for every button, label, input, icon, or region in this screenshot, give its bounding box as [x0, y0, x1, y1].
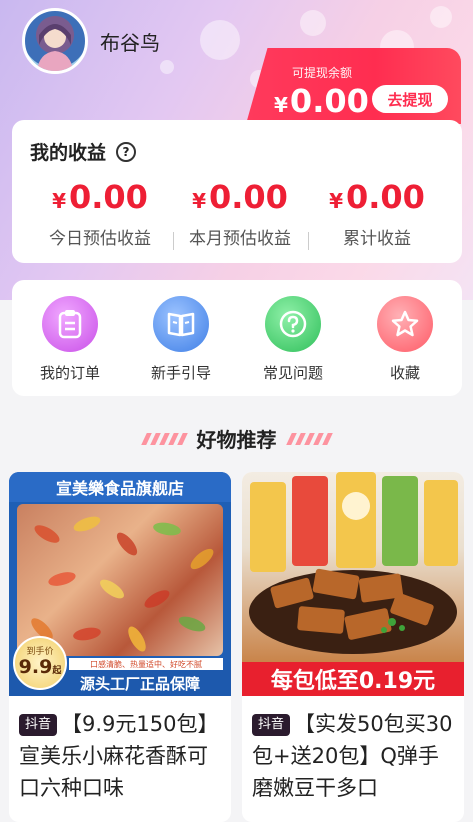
earnings-card: 我的收益 ? ¥ 0.00 今日预估收益 ¥ 0.00 本月预估收益 ¥ 0.0… [12, 120, 462, 263]
earning-amount: 0.00 [68, 178, 148, 216]
snack-photo [17, 504, 223, 656]
withdraw-button[interactable]: 去提现 [372, 85, 448, 113]
menu-item-label: 新手引导 [150, 364, 211, 382]
question-circle-icon[interactable]: ? [116, 141, 137, 162]
balance-value: ¥ 0.00 [274, 82, 369, 120]
menu-item-label: 常见问题 [262, 364, 323, 382]
product-footer-banner: 每包低至0.19元 [270, 669, 436, 694]
shop-banner: 宣美樂食品旗舰店 [55, 479, 184, 498]
menu-item-label: 收藏 [389, 364, 420, 382]
currency-symbol: ¥ [52, 189, 66, 213]
order-list-icon [42, 296, 98, 352]
product-card[interactable]: 每包低至0.19元 抖音 【实发50包买30包+送20包】Q弹手磨嫩豆干多口 [242, 472, 464, 822]
section-header: 好物推荐 [0, 424, 473, 453]
earnings-title-text: 我的收益 [30, 142, 107, 164]
earning-amount: 0.00 [345, 178, 425, 216]
platform-tag: 抖音 [252, 714, 291, 736]
avatar[interactable] [22, 8, 88, 74]
currency-symbol: ¥ [192, 189, 206, 213]
earning-amount: 0.00 [208, 178, 288, 216]
earning-month: ¥ 0.00 本月预估收益 [170, 178, 310, 249]
menu-item-guide[interactable]: 新手引导 [131, 296, 231, 383]
earning-label: 今日预估收益 [49, 229, 151, 249]
earning-value: ¥ 0.00 [170, 178, 310, 216]
price-badge: 到手价 9.9起 [13, 636, 67, 690]
decorative-stripes [140, 432, 188, 445]
product-footer-banner: 源头工厂正品保障 [79, 674, 200, 693]
product-title: 抖音 【实发50包买30包+送20包】Q弹手磨嫩豆干多口 [252, 708, 458, 804]
username: 布谷鸟 [100, 30, 160, 55]
platform-tag: 抖音 [19, 714, 58, 736]
menu-item-favorites[interactable]: 收藏 [355, 296, 455, 383]
menu-item-orders[interactable]: 我的订单 [20, 296, 120, 383]
price-badge-value: 9.9 [18, 656, 53, 678]
earnings-title: 我的收益 ? [30, 138, 137, 165]
product-title: 抖音 【9.9元150包】宣美乐小麻花香酥可口六种口味 [19, 708, 225, 804]
earning-value: ¥ 0.00 [30, 178, 170, 216]
earning-label: 本月预估收益 [189, 229, 291, 249]
withdrawable-balance-card: 可提现余额 ¥ 0.00 去提现 [246, 48, 461, 124]
book-icon [153, 296, 209, 352]
earning-total: ¥ 0.00 累计收益 [307, 178, 447, 249]
menu-item-label: 我的订单 [39, 364, 100, 382]
price-badge-unit: 起 [52, 666, 62, 676]
product-image: 宣美樂食品旗舰店 口感清脆、热量适中、好吃不腻 源头工厂正品保障 到手价 9.9… [9, 472, 231, 696]
product-card[interactable]: 宣美樂食品旗舰店 口感清脆、热量适中、好吃不腻 源头工厂正品保障 到手价 9.9… [9, 472, 231, 822]
tofu-photo [242, 472, 464, 662]
quick-menu: 我的订单 新手引导 常见问题 收藏 [12, 280, 462, 396]
product-image: 每包低至0.19元 [242, 472, 464, 696]
balance-amount: 0.00 [289, 82, 369, 120]
profile-header: 布谷鸟 [22, 8, 160, 74]
star-icon [377, 296, 433, 352]
balance-label: 可提现余额 [292, 66, 353, 80]
product-strip-text: 口感清脆、热量适中、好吃不腻 [90, 659, 202, 669]
earning-label: 累计收益 [343, 229, 411, 249]
currency-symbol: ¥ [329, 189, 343, 213]
earning-value: ¥ 0.00 [307, 178, 447, 216]
menu-item-faq[interactable]: 常见问题 [243, 296, 343, 383]
question-icon [265, 296, 321, 352]
currency-symbol: ¥ [274, 93, 288, 117]
earning-today: ¥ 0.00 今日预估收益 [30, 178, 170, 249]
decorative-stripes [285, 432, 333, 445]
section-title: 好物推荐 [196, 428, 277, 452]
